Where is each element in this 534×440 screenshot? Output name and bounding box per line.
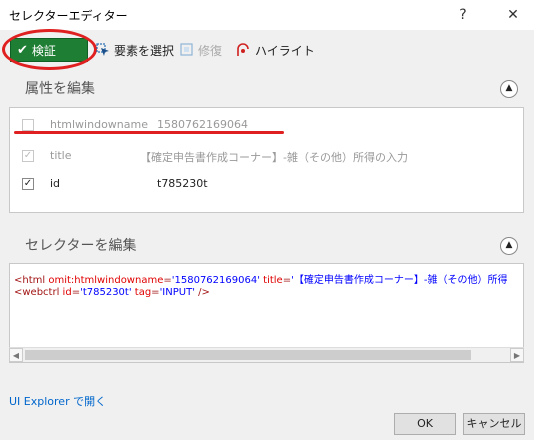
annotation-underline xyxy=(14,131,284,134)
ok-button[interactable]: OK xyxy=(394,413,456,435)
checkmark-icon: ✓ xyxy=(23,150,33,161)
selector-collapse-button[interactable]: ▲ xyxy=(500,237,518,255)
cancel-button[interactable]: キャンセル xyxy=(463,413,525,435)
validate-label: 検証 xyxy=(31,43,56,58)
attribute-checkbox-id[interactable]: ✓ xyxy=(22,178,34,190)
attributes-section-title: 属性を編集 xyxy=(25,81,95,97)
attribute-value-htmlwindowname[interactable]: 1580762169064 xyxy=(157,118,248,131)
selector-line-1: <html omit:htmlwindowname='1580762169064… xyxy=(14,275,508,286)
chevron-right-icon: ▶ xyxy=(513,351,521,360)
attribute-name-id: id xyxy=(50,177,61,190)
scroll-right-arrow[interactable]: ▶ xyxy=(510,348,524,362)
window-title: セレクターエディター xyxy=(9,9,128,23)
help-button[interactable]: ? xyxy=(452,4,474,26)
horizontal-scrollbar[interactable]: ◀ ▶ xyxy=(9,347,524,362)
scroll-left-arrow[interactable]: ◀ xyxy=(9,348,23,362)
checkmark-icon: ✓ xyxy=(23,178,33,189)
selector-section-title: セレクターを編集 xyxy=(25,238,137,254)
attributes-collapse-button[interactable]: ▲ xyxy=(500,80,518,98)
attribute-value-id[interactable]: t785230t xyxy=(157,177,208,190)
checkmark-icon: ✔ xyxy=(17,42,28,58)
attribute-name-title: title xyxy=(50,149,72,162)
attribute-checkbox-title[interactable]: ✓ xyxy=(22,150,34,162)
select-element-label: 要素を選択 xyxy=(114,43,175,58)
scrollbar-thumb[interactable] xyxy=(25,350,471,360)
highlight-button[interactable]: ハイライト xyxy=(235,40,315,60)
open-ui-explorer-link[interactable]: UI Explorer で開く xyxy=(9,393,106,409)
attribute-checkbox-htmlwindowname[interactable] xyxy=(22,119,34,131)
highlight-label: ハイライト xyxy=(255,43,315,58)
highlight-icon xyxy=(237,43,249,56)
chevron-up-icon: ▲ xyxy=(505,83,513,93)
repair-icon xyxy=(180,43,193,56)
cursor-target-icon xyxy=(96,43,109,56)
close-button[interactable]: ✕ xyxy=(502,4,524,26)
chevron-left-icon: ◀ xyxy=(12,351,20,360)
chevron-up-icon: ▲ xyxy=(505,240,513,250)
selector-line-2: <webctrl id='t785230t' tag='INPUT' /> xyxy=(14,287,210,298)
repair-button[interactable]: 修復 xyxy=(180,40,222,60)
select-element-button[interactable]: 要素を選択 xyxy=(96,40,174,60)
validate-button[interactable]: ✔ 検証 xyxy=(10,38,88,62)
attribute-name-htmlwindowname: htmlwindowname xyxy=(50,118,148,131)
repair-label: 修復 xyxy=(198,43,223,58)
attribute-value-title[interactable]: 【確定申告書作成コーナー】-雑（その他）所得の入力 xyxy=(140,149,408,165)
